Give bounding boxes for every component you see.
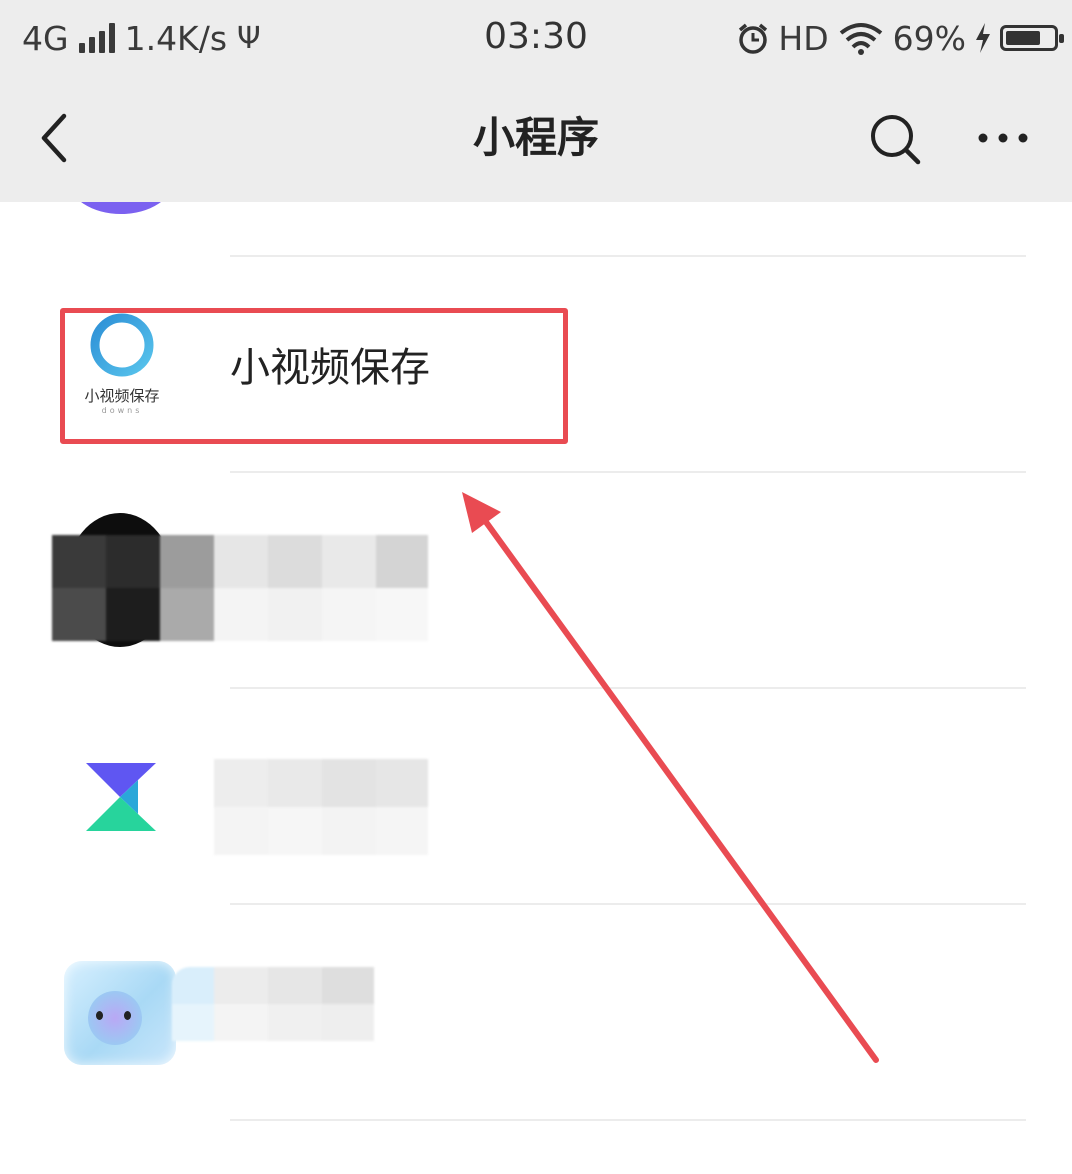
annotation-arrow: [462, 492, 879, 1063]
